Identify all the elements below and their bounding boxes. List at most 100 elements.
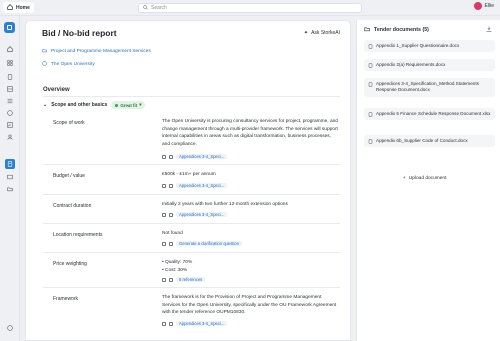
report-panel: Bid / No-bid report ✦ Ask StorkeAI Proje…	[25, 20, 351, 341]
duration-ref-chip[interactable]: Appendices 3-4_Speci...	[176, 212, 228, 217]
copy-icon[interactable]	[162, 321, 166, 326]
chart-icon[interactable]	[6, 121, 14, 129]
location-value: Not found	[162, 231, 183, 236]
search-input[interactable]: Search	[138, 3, 362, 13]
home-tab-label: Home	[16, 4, 30, 11]
price-reference[interactable]: 6 references	[162, 277, 206, 282]
badge-chevron-icon: ▾	[139, 102, 142, 107]
row-divider	[43, 223, 340, 224]
grid-icon[interactable]	[6, 59, 14, 67]
project-link-label: Project and Programme Management Service…	[51, 49, 151, 54]
money-icon[interactable]	[6, 109, 14, 117]
copy-icon[interactable]	[162, 241, 166, 246]
search-placeholder: Search	[151, 5, 167, 11]
price-ref-chip[interactable]: 6 references	[176, 277, 206, 282]
tender-header[interactable]: Tender documents (5)	[364, 26, 429, 34]
framework-ref-chip[interactable]: Appendices 3-4_Speci...	[176, 321, 228, 326]
fit-dot-icon	[115, 103, 119, 107]
page-title: Bid / No-bid report	[42, 28, 117, 38]
fit-badge[interactable]: Great fit ▾	[111, 101, 146, 109]
scope-value: The Open University is procuring consult…	[162, 119, 338, 147]
copy-icon[interactable]	[162, 277, 166, 282]
edit-icon[interactable]	[169, 183, 173, 188]
document-name: Appendix 1_Supplier Questionnaire.docx	[376, 43, 460, 48]
section-title: Scope and other basics	[51, 102, 108, 108]
framework-reference[interactable]: Appendices 3-4_Speci...	[162, 321, 228, 326]
row-divider	[43, 164, 340, 165]
org-link[interactable]: The Open University	[42, 61, 95, 68]
budget-ref-chip[interactable]: Appendices 3-4_Speci...	[176, 183, 228, 188]
project-link[interactable]: Project and Programme Management Service…	[42, 48, 151, 55]
file-icon	[368, 82, 373, 87]
layers-icon[interactable]	[6, 173, 14, 181]
edit-icon[interactable]	[169, 277, 173, 282]
list-icon[interactable]	[6, 97, 14, 105]
help-icon[interactable]	[6, 324, 14, 332]
document-item[interactable]: Appendix 5 Finance Schedule Response Doc…	[364, 108, 495, 121]
sidebar	[0, 16, 20, 341]
search-icon	[143, 4, 148, 12]
scope-reference[interactable]: Appendices 3-4_Speci...	[162, 154, 228, 159]
section-header[interactable]: ⌄ Scope and other basics Great fit ▾	[43, 101, 146, 109]
upload-document-button[interactable]: + Upload document	[403, 176, 446, 181]
document-name: Appendices 3-4_Specification_Method Stat…	[376, 81, 479, 93]
price-cost: Cost: 30%	[162, 267, 338, 275]
price-label: Price weighting	[53, 261, 87, 267]
edit-icon[interactable]	[169, 154, 173, 159]
ask-ai-button[interactable]: ✦ Ask StorkeAI	[304, 30, 340, 36]
location-reference[interactable]: Generate a clarification question	[162, 241, 243, 246]
download-icon[interactable]	[486, 26, 492, 32]
app-logo[interactable]	[4, 22, 15, 33]
top-bar: Home Search Ellie	[0, 0, 500, 16]
globe-icon	[42, 61, 47, 68]
people-icon[interactable]	[6, 133, 14, 141]
document-item[interactable]: Appendix 6b_Supplier Code of Conduct.doc…	[364, 135, 495, 148]
budget-reference[interactable]: Appendices 3-4_Speci...	[162, 183, 228, 188]
file-icon	[368, 63, 373, 68]
folder-link-icon	[42, 48, 47, 55]
row-divider	[43, 194, 340, 195]
document-icon[interactable]	[6, 73, 14, 81]
edit-icon[interactable]	[169, 212, 173, 217]
upload-label: Upload document	[408, 176, 447, 181]
plus-icon: +	[403, 176, 406, 181]
price-quality: Quality: 70%	[162, 259, 338, 267]
duration-value: Initially 2 years with two further 12-mo…	[162, 202, 288, 207]
folder-icon[interactable]	[6, 185, 14, 193]
tender-title: Tender documents (5)	[374, 27, 429, 33]
document-item[interactable]: Appendix 1_Supplier Questionnaire.docx	[364, 40, 495, 53]
document-name: Appendix 6b_Supplier Code of Conduct.doc…	[376, 138, 468, 143]
budget-value: £500k - £1m+ per annum	[162, 172, 216, 177]
edit-icon[interactable]	[169, 241, 173, 246]
chevron-down-icon: ⌄	[43, 102, 48, 108]
tender-documents-panel: Tender documents (5) Appendix 1_Supplier…	[356, 20, 500, 341]
document-item[interactable]: Appendix 2(a) Requirements.docx	[364, 59, 495, 72]
table-icon[interactable]	[6, 85, 14, 93]
document-name: Appendix 5 Finance Schedule Response Doc…	[376, 111, 491, 116]
file-icon	[368, 139, 373, 144]
fit-badge-label: Great fit	[120, 102, 138, 108]
user-menu[interactable]: Ellie	[473, 2, 494, 10]
overview-divider	[43, 96, 340, 97]
location-label: Location requirements	[53, 232, 103, 238]
document-name: Appendix 2(a) Requirements.docx	[376, 62, 446, 67]
sparkle-icon: ✦	[303, 30, 309, 36]
edit-icon[interactable]	[169, 321, 173, 326]
scope-ref-chip[interactable]: Appendices 3-4_Speci...	[176, 154, 228, 159]
file-icon	[368, 44, 373, 49]
home-icon	[7, 3, 13, 12]
home-nav-icon[interactable]	[6, 45, 14, 53]
overview-heading: Overview	[43, 87, 70, 93]
duration-reference[interactable]: Appendices 3-4_Speci...	[162, 212, 228, 217]
copy-icon[interactable]	[162, 212, 166, 217]
file-icon	[368, 112, 373, 117]
budget-label: Budget / value	[53, 173, 85, 179]
clarification-question-link[interactable]: Generate a clarification question	[176, 241, 243, 246]
copy-icon[interactable]	[162, 183, 166, 188]
report-icon[interactable]	[5, 159, 15, 169]
document-item[interactable]: Appendices 3-4_Specification_Method Stat…	[364, 78, 495, 97]
copy-icon[interactable]	[162, 154, 166, 159]
home-tab[interactable]: Home	[3, 2, 34, 13]
folder-icon	[364, 26, 370, 34]
user-name: Ellie	[484, 3, 494, 9]
